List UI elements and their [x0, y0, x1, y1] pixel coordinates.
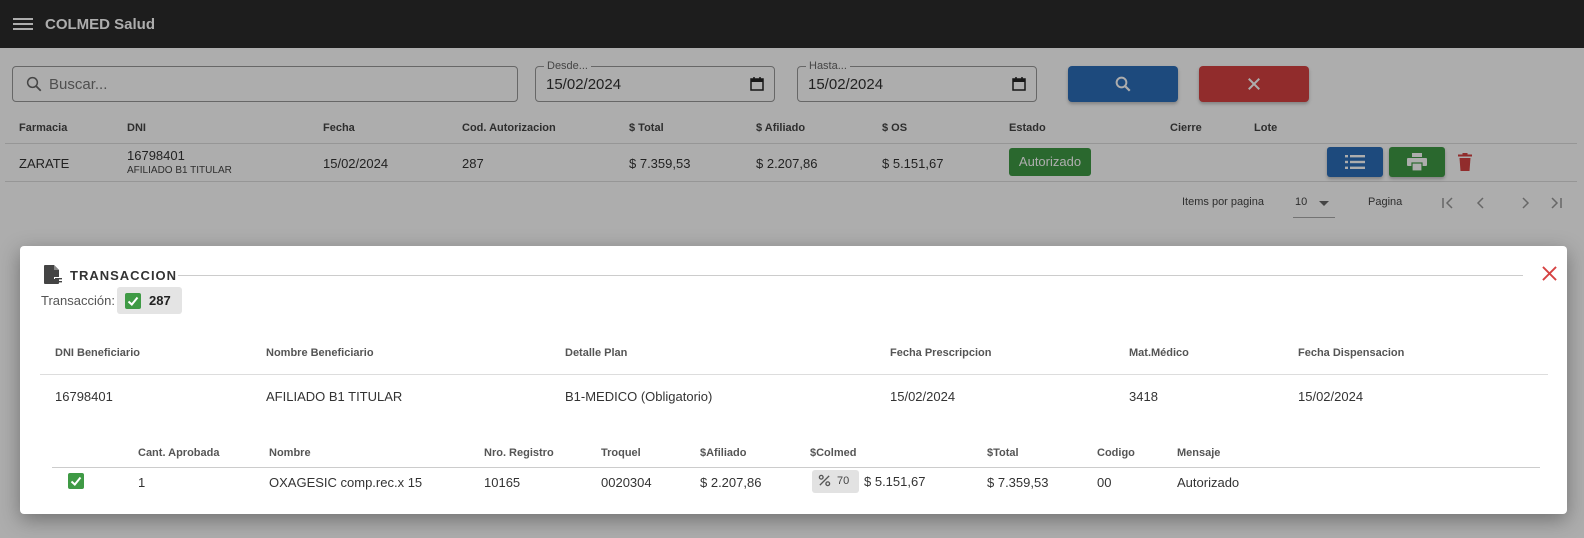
- th-mensaje: Mensaje: [1177, 447, 1221, 459]
- th-fecha-prescripcion: Fecha Prescripcion: [890, 347, 992, 359]
- th-nombre: Nombre: [269, 447, 311, 459]
- transaction-chip: 287: [117, 287, 182, 314]
- cell-total-item: $ 7.359,53: [987, 475, 1049, 490]
- cell-dni-beneficiario: 16798401: [55, 389, 113, 404]
- cell-registro: 10165: [484, 475, 521, 490]
- th-troquel: Troquel: [601, 447, 641, 459]
- th-colmed: $Colmed: [810, 447, 857, 459]
- cell-afiliado-item: $ 2.207,86: [700, 475, 762, 490]
- cell-codigo: 00: [1097, 475, 1112, 490]
- cell-fecha-prescripcion: 15/02/2024: [890, 389, 956, 404]
- close-icon[interactable]: [1542, 266, 1557, 281]
- th-cant-aprobada: Cant. Aprobada: [138, 447, 220, 459]
- percent-chip: 70: [812, 470, 859, 493]
- th-dni-beneficiario: DNI Beneficiario: [55, 347, 140, 359]
- transaction-number: 287: [149, 293, 171, 308]
- cell-mat-medico: 3418: [1129, 389, 1158, 404]
- dialog-title: TRANSACCION: [70, 268, 178, 283]
- cell-colmed: $ 5.151,67: [864, 474, 926, 489]
- th-afiliado-item: $Afiliado: [700, 447, 747, 459]
- title-divider: [178, 275, 1523, 276]
- cell-fecha-dispensacion: 15/02/2024: [1298, 389, 1364, 404]
- th-nro-registro: Nro. Registro: [484, 447, 554, 459]
- check-icon: [68, 473, 84, 489]
- th-total-item: $Total: [987, 447, 1019, 459]
- cell-mensaje: Autorizado: [1177, 475, 1240, 490]
- th-nombre-beneficiario: Nombre Beneficiario: [266, 347, 374, 359]
- cell-nombre-beneficiario: AFILIADO B1 TITULAR: [266, 389, 403, 404]
- cell-troquel: 0020304: [601, 475, 652, 490]
- divider: [40, 374, 1548, 375]
- th-mat-medico: Mat.Médico: [1129, 347, 1189, 359]
- th-fecha-dispensacion: Fecha Dispensacion: [1298, 347, 1405, 359]
- cell-cant: 1: [138, 475, 146, 490]
- th-codigo: Codigo: [1097, 447, 1135, 459]
- cell-nombre: OXAGESIC comp.rec.x 15: [269, 475, 423, 490]
- document-icon: [44, 265, 62, 284]
- divider: [52, 467, 1540, 468]
- transaction-dialog: TRANSACCION Transacción: 287 DNI Benefic…: [20, 246, 1567, 514]
- check-icon: [125, 293, 141, 309]
- cell-detalle-plan: B1-MEDICO (Obligatorio): [565, 389, 713, 404]
- percent-value: 70: [837, 475, 850, 487]
- transaction-label: Transacción:: [41, 293, 115, 308]
- percent-icon: [818, 474, 831, 487]
- th-detalle-plan: Detalle Plan: [565, 347, 628, 359]
